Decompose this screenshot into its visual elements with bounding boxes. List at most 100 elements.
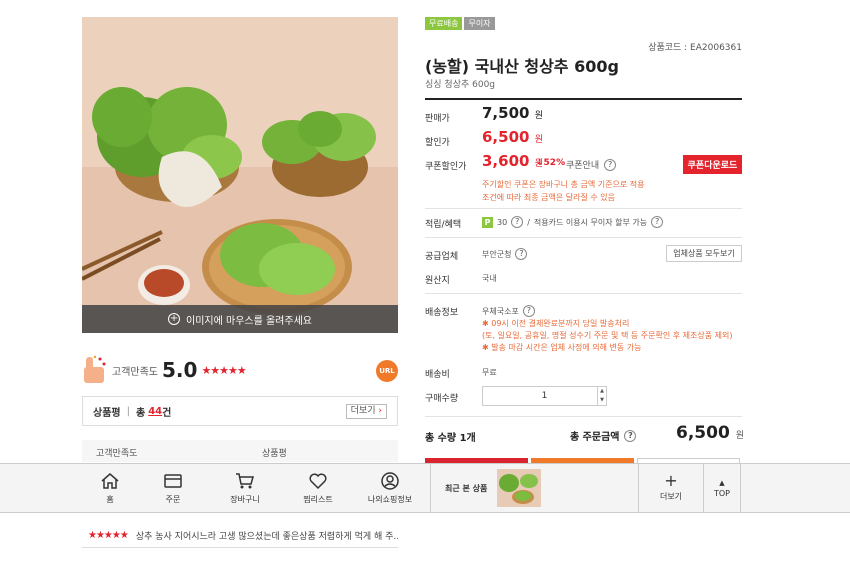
product-title: (농할) 국내산 청상추 600g [425, 57, 619, 76]
vendor-name: 부안군청 [482, 249, 512, 259]
help-icon[interactable]: ? [522, 305, 535, 317]
nav-cart[interactable]: 장바구니 [220, 464, 270, 512]
review-col-satisfaction: 고객만족도 [96, 449, 138, 459]
product-code: 상품코드 : EA2006361 [648, 43, 742, 53]
nav-more[interactable]: + 더보기 [638, 464, 703, 512]
nav-wishlist[interactable]: 찜리스트 [293, 464, 343, 512]
slash-separator: / [527, 217, 530, 227]
nav-home[interactable]: 홈 [90, 464, 130, 512]
coupon-info-label: 쿠폰안내 [566, 161, 600, 171]
sale-price-value: 6,500 [482, 128, 530, 146]
sale-price-label: 할인가 [425, 138, 450, 148]
list-price-label: 판매가 [425, 114, 450, 124]
product-badges: 무료배송 무이자 [425, 17, 495, 30]
nav-home-label: 홈 [106, 495, 114, 504]
thumbs-up-icon [82, 355, 108, 385]
nav-my-shopping[interactable]: 나의쇼핑정보 [362, 464, 418, 512]
review-more-label: 더보기 [350, 406, 376, 416]
points-label: 적립/혜택 [425, 220, 462, 230]
section-divider [425, 416, 742, 417]
review-summary: 상품평 | 총 44 건 더보기 › [82, 396, 398, 426]
recent-viewed[interactable]: 최근 본 상품 [430, 464, 638, 512]
arrow-down-icon[interactable]: ▼ [600, 397, 604, 403]
total-amount: 6,500 원 [676, 423, 744, 443]
list-price-unit: 원 [534, 111, 543, 121]
help-icon[interactable]: ? [624, 429, 637, 442]
total-amount-label: 총 주문금액? [570, 428, 637, 443]
satisfaction-rating: 고객만족도 5.0 ★★★★★ URL [82, 352, 398, 388]
free-shipping-badge: 무료배송 [425, 17, 463, 30]
coupon-info[interactable]: 쿠폰안내 ? [566, 158, 617, 171]
point-icon: P [482, 216, 493, 228]
home-icon [101, 473, 119, 489]
section-divider [425, 237, 742, 238]
review-col-review: 상품평 [262, 449, 287, 459]
zoom-plus-icon: + [168, 313, 181, 325]
rating-stars: ★★★★★ [201, 363, 246, 377]
points-value: 30 [497, 217, 508, 227]
coupon-price: 3,600 원 [482, 152, 543, 170]
coupon-price-label: 쿠폰할인가 [425, 162, 467, 172]
review-count-suffix: 건 [162, 407, 172, 419]
review-table-header: 고객만족도 상품평 [82, 440, 398, 462]
rating-label: 고객만족도 [112, 366, 158, 378]
shipping-note-line1: ✱ 09시 이전 결제완료분까지 당일 발송처리 [482, 319, 630, 328]
coupon-note: 주기할인 쿠폰은 장바구니 총 금액 기준으로 적용 조건에 따라 최종 금액은… [482, 178, 644, 204]
review-row[interactable]: ★★★★★ 상추 농사 지어시느라 고생 많으셨는데 좋은상품 저렴하게 먹게 … [82, 524, 398, 548]
nav-order[interactable]: 주문 [150, 464, 196, 512]
shipping-note-line3: ✱ 발송 마감 시간은 업체 사정에 의해 변동 가능 [482, 343, 642, 352]
nav-wishlist-label: 찜리스트 [303, 495, 333, 504]
arrow-up-icon[interactable]: ▲ [600, 388, 604, 394]
recent-viewed-label: 최근 본 상품 [445, 483, 488, 493]
origin-value: 국내 [482, 274, 497, 283]
total-amount-unit: 원 [735, 431, 744, 441]
caret-up-icon: ▲ [719, 478, 725, 487]
shipping-method-text: 우체국소포 [482, 306, 519, 316]
help-icon[interactable]: ? [651, 216, 664, 228]
shipping-fee-label: 배송비 [425, 370, 450, 380]
help-icon[interactable]: ? [515, 248, 528, 260]
shipping-fee: 무료 [482, 368, 497, 377]
quantity-label: 구매수량 [425, 394, 459, 404]
review-count-prefix: 총 [135, 407, 146, 419]
nav-my-shopping-label: 나의쇼핑정보 [367, 495, 413, 504]
shipping-method: 우체국소포? [482, 305, 535, 317]
cart-icon [236, 473, 254, 489]
list-price: 7,500 원 [482, 104, 543, 122]
card-installment-text: 적용카드 이용시 무이자 할부 가능 [533, 217, 648, 227]
shipping-note-line2: (토, 일요일, 공휴일, 명절 성수기 주문 및 택 등 주문확인 후 제조상… [482, 331, 733, 340]
vendor-label: 공급업체 [425, 252, 459, 262]
total-amount-value: 6,500 [676, 423, 730, 443]
points-benefit: P 30 ? / 적용카드 이용시 무이자 할부 가능 ? [482, 216, 664, 228]
help-icon[interactable]: ? [604, 158, 617, 171]
review-more-button[interactable]: 더보기 › [345, 404, 387, 419]
quantity-value[interactable]: 1 [542, 391, 548, 401]
user-icon [381, 472, 399, 490]
product-subtitle: 싱싱 청상추 600g [425, 80, 496, 90]
vendor: 부안군청? [482, 248, 528, 260]
title-divider [425, 98, 742, 100]
help-icon[interactable]: ? [511, 216, 524, 228]
card-icon [164, 474, 182, 488]
product-main-image[interactable]: + 이미지에 마우스를 올려주세요 [82, 17, 398, 333]
image-hover-hint: + 이미지에 마우스를 올려주세요 [82, 305, 398, 333]
coupon-note-line2: 조건에 따라 최종 금액은 달라질 수 있음 [482, 193, 616, 202]
interest-free-badge: 무이자 [464, 17, 495, 30]
review-title: 상품평 [93, 407, 121, 419]
review-count[interactable]: 44 [148, 406, 162, 417]
coupon-note-line1: 주기할인 쿠폰은 장바구니 총 금액 기준으로 적용 [482, 180, 645, 189]
recent-product-thumbnail[interactable] [497, 469, 542, 507]
scroll-top-button[interactable]: ▲ TOP [703, 464, 741, 512]
shipping-label: 배송정보 [425, 308, 459, 318]
rating-score: 5.0 [162, 358, 198, 382]
url-copy-button[interactable]: URL [376, 360, 398, 382]
chevron-right-icon: › [378, 406, 382, 416]
review-row-stars: ★★★★★ [88, 530, 129, 541]
quantity-arrows[interactable]: ▲ ▼ [597, 387, 606, 405]
quantity-stepper[interactable]: 1 ▲ ▼ [482, 386, 607, 406]
vendor-products-button[interactable]: 업체상품 모두보기 [666, 245, 742, 262]
review-separator: | [126, 405, 130, 417]
shipping-note: ✱ 09시 이전 결제완료분까지 당일 발송처리 (토, 일요일, 공휴일, 명… [482, 318, 732, 354]
coupon-download-button[interactable]: 쿠폰다운로드 [683, 155, 742, 174]
total-quantity: 총 수량 1개 [425, 433, 476, 444]
